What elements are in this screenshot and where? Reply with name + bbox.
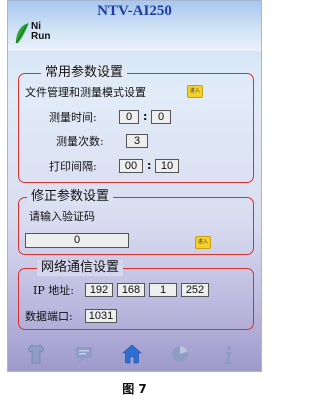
- ip-octet-1-input[interactable]: 192: [85, 283, 113, 297]
- chart-icon[interactable]: [170, 343, 190, 365]
- data-port-label: 数据端口:: [25, 310, 73, 323]
- ip-octet-2-input[interactable]: 168: [117, 283, 145, 297]
- brand-logo: Ni Run: [14, 21, 54, 47]
- top-bar: NTV-AI250 Ni Run: [8, 1, 261, 51]
- device-screen: NTV-AI250 Ni Run 常用参数设置 文件管理和测量模式设置 进入 测…: [7, 0, 262, 372]
- verification-code-input[interactable]: 0: [25, 233, 129, 248]
- home-icon[interactable]: [122, 343, 142, 365]
- file-mgmt-label: 文件管理和测量模式设置: [25, 86, 146, 99]
- common-params-panel: 常用参数设置 文件管理和测量模式设置 进入 测量时间: 0 : 0 测量次数: …: [18, 65, 254, 183]
- measure-time-min-input[interactable]: 0: [119, 110, 139, 124]
- verification-prompt: 请输入验证码: [29, 210, 95, 223]
- print-interval-colon: :: [147, 159, 152, 172]
- leaf-icon: [15, 23, 29, 44]
- network-panel: 网络通信设置 IP 地址: 192 168 1 252 数据端口: 1031: [18, 260, 254, 330]
- measure-time-sec-input[interactable]: 0: [151, 110, 171, 124]
- network-title: 网络通信设置: [37, 260, 124, 276]
- ip-octet-4-input[interactable]: 252: [181, 283, 209, 297]
- info-icon[interactable]: [218, 343, 238, 365]
- measure-count-label: 测量次数:: [56, 135, 104, 148]
- model-title: NTV-AI250: [97, 3, 172, 19]
- correction-params-title: 修正参数设置: [27, 189, 114, 205]
- ip-octet-3-input[interactable]: 1: [149, 283, 177, 297]
- logo-text-2: Run: [31, 31, 51, 42]
- correction-enter-button[interactable]: 进入: [195, 236, 211, 249]
- figure-caption: 图 7: [122, 382, 147, 396]
- correction-params-panel: 修正参数设置 请输入验证码 0 进入: [18, 189, 254, 255]
- print-interval-min-input[interactable]: 00: [119, 159, 143, 173]
- common-params-title: 常用参数设置: [41, 65, 128, 81]
- print-interval-label: 打印间隔:: [49, 160, 97, 173]
- ip-label: IP 地址:: [33, 284, 74, 297]
- measure-time-colon: :: [143, 110, 148, 123]
- data-port-input[interactable]: 1031: [85, 309, 117, 323]
- measure-count-input[interactable]: 3: [126, 134, 148, 148]
- bottom-nav: [8, 339, 261, 371]
- print-interval-sec-input[interactable]: 10: [155, 159, 179, 173]
- message-icon[interactable]: [74, 343, 94, 365]
- measure-time-label: 测量时间:: [49, 111, 97, 124]
- shirt-icon[interactable]: [26, 343, 46, 365]
- file-mgmt-enter-button[interactable]: 进入: [187, 85, 203, 98]
